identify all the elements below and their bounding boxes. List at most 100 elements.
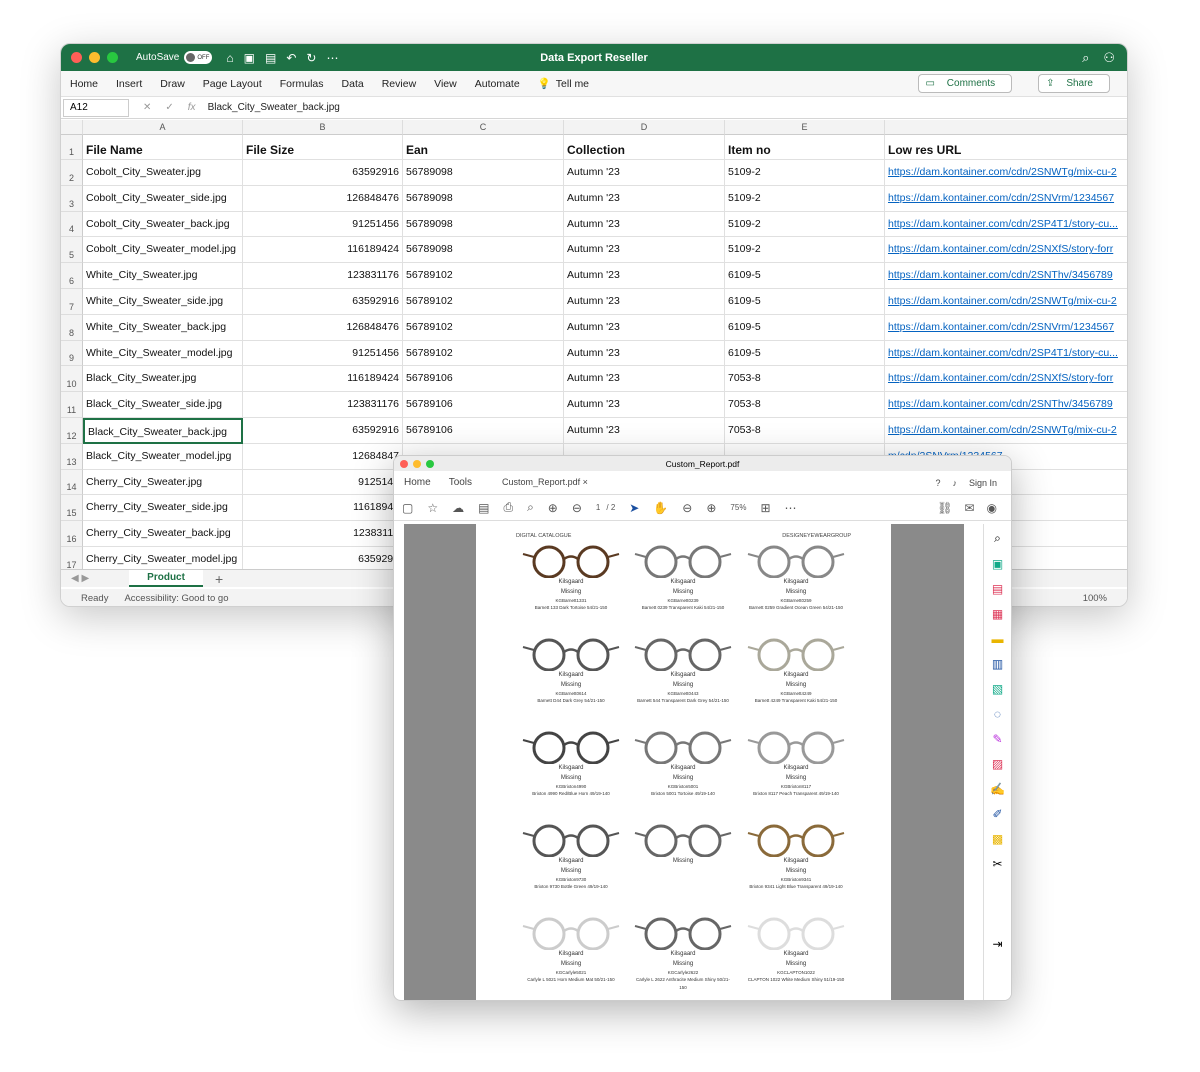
table-cell[interactable]: Autumn '23 xyxy=(564,237,725,264)
table-cell[interactable]: Autumn '23 xyxy=(564,185,725,212)
table-cell[interactable]: 56789098 xyxy=(403,160,564,186)
column-title[interactable]: File Size xyxy=(243,135,403,160)
table-cell[interactable]: White_City_Sweater_back.jpg xyxy=(83,314,243,341)
hand-tool-icon[interactable]: ✋ xyxy=(653,501,668,515)
save-as-icon[interactable]: ▤ xyxy=(265,51,276,65)
upload-icon[interactable]: ☁ xyxy=(452,501,464,515)
table-cell[interactable]: 7053-8 xyxy=(725,418,885,444)
minimize-button[interactable] xyxy=(89,52,100,63)
table-cell[interactable]: 12684847 xyxy=(243,443,403,470)
table-cell[interactable]: Black_City_Sweater_back.jpg xyxy=(83,418,243,444)
tab-review[interactable]: Review xyxy=(382,78,416,90)
table-cell[interactable]: Cherry_City_Sweater_side.jpg xyxy=(83,495,243,522)
column-title[interactable]: Item no xyxy=(725,135,885,160)
zoom-in-icon[interactable]: ⊕ xyxy=(706,501,716,515)
table-cell[interactable]: 116189424 xyxy=(243,237,403,264)
pdf-tab-tools[interactable]: Tools xyxy=(449,477,472,488)
accessibility-status[interactable]: Accessibility: Good to go xyxy=(124,593,228,604)
help-icon[interactable]: ? xyxy=(935,478,940,488)
page-down-icon[interactable]: ⊖ xyxy=(572,501,582,515)
zoom-level[interactable]: 100% xyxy=(1083,593,1107,604)
pdf-tab-document[interactable]: Custom_Report.pdf × xyxy=(490,472,600,493)
protect-icon[interactable]: ◉ xyxy=(987,501,997,515)
table-cell[interactable]: 56789102 xyxy=(403,340,564,367)
row-header[interactable]: 15 xyxy=(61,495,83,522)
table-cell[interactable]: https://dam.kontainer.com/cdn/2SP4T1/sto… xyxy=(885,212,1127,238)
select-tool-icon[interactable]: ➤ xyxy=(629,501,639,515)
tab-formulas[interactable]: Formulas xyxy=(280,78,324,90)
tab-home[interactable]: Home xyxy=(70,78,98,90)
table-cell[interactable]: Black_City_Sweater_side.jpg xyxy=(83,392,243,418)
column-title[interactable]: Collection xyxy=(564,135,725,160)
column-header[interactable]: C xyxy=(403,120,564,135)
row-header[interactable]: 5 xyxy=(61,237,83,264)
account-icon[interactable]: ⚇ xyxy=(1103,50,1115,66)
table-cell[interactable]: Cobolt_City_Sweater.jpg xyxy=(83,160,243,186)
table-cell[interactable]: 7053-8 xyxy=(725,392,885,418)
tell-me[interactable]: Tell me xyxy=(556,78,589,90)
protect-pdf-icon[interactable]: ▩ xyxy=(992,832,1003,846)
file-icon[interactable]: ▤ xyxy=(478,501,489,515)
name-box[interactable]: A12 xyxy=(63,98,129,117)
table-cell[interactable]: 116189424 xyxy=(243,366,403,393)
table-cell[interactable]: 6109-5 xyxy=(725,314,885,341)
more-icon[interactable]: ⋯ xyxy=(326,51,338,65)
table-cell[interactable]: 123831176 xyxy=(243,392,403,418)
table-cell[interactable]: 56789106 xyxy=(403,418,564,444)
save-icon[interactable]: ▣ xyxy=(244,51,255,65)
page-number-input[interactable]: 1 xyxy=(596,503,600,512)
table-cell[interactable]: 91251456 xyxy=(243,211,403,238)
undo-icon[interactable]: ↶ xyxy=(286,51,296,65)
home-icon[interactable]: ⌂ xyxy=(226,51,233,65)
table-cell[interactable]: https://dam.kontainer.com/cdn/2SNXfS/sto… xyxy=(885,366,1127,393)
row-header[interactable]: 7 xyxy=(61,289,83,315)
table-cell[interactable]: 5109-2 xyxy=(725,211,885,238)
table-cell[interactable]: https://dam.kontainer.com/cdn/2SNThv/345… xyxy=(885,263,1127,289)
search-icon[interactable]: ⌕ xyxy=(994,531,1001,546)
row-header[interactable]: 8 xyxy=(61,314,83,341)
table-cell[interactable]: 5109-2 xyxy=(725,237,885,264)
close-button[interactable] xyxy=(71,52,82,63)
table-cell[interactable]: Cobolt_City_Sweater_back.jpg xyxy=(83,211,243,238)
zoom-button[interactable] xyxy=(107,52,118,63)
request-signature-icon[interactable]: ✍ xyxy=(990,782,1005,796)
sheet-tab-product[interactable]: Product xyxy=(129,570,203,587)
autosave[interactable]: AutoSave OFF xyxy=(136,51,213,64)
zoom-search-icon[interactable]: ⌕ xyxy=(527,500,534,515)
more-tools-icon[interactable]: ✂ xyxy=(992,857,1002,871)
table-cell[interactable]: https://dam.kontainer.com/cdn/2SNWTg/mix… xyxy=(885,160,1127,186)
table-cell[interactable]: Cobolt_City_Sweater_model.jpg xyxy=(83,237,243,264)
print-icon[interactable]: ⎙ xyxy=(503,500,513,515)
table-cell[interactable]: 56789102 xyxy=(403,289,564,315)
tab-draw[interactable]: Draw xyxy=(160,78,185,90)
fit-page-icon[interactable]: ⊞ xyxy=(760,501,770,515)
add-sheet-icon[interactable]: + xyxy=(215,571,223,587)
table-cell[interactable]: https://dam.kontainer.com/cdn/2SNVrm/123… xyxy=(885,186,1127,212)
autosave-toggle[interactable]: OFF xyxy=(184,51,213,64)
table-cell[interactable]: 56789098 xyxy=(403,185,564,212)
column-header[interactable]: D xyxy=(564,120,725,135)
table-cell[interactable]: 126848476 xyxy=(243,185,403,212)
table-cell[interactable]: 11618942 xyxy=(243,495,403,522)
table-cell[interactable]: 5109-2 xyxy=(725,185,885,212)
row-header[interactable]: 9 xyxy=(61,340,83,367)
sign-in-button[interactable]: Sign In xyxy=(969,478,997,488)
zoom-out-icon[interactable]: ⊖ xyxy=(682,501,692,515)
table-cell[interactable]: White_City_Sweater_side.jpg xyxy=(83,289,243,315)
table-cell[interactable]: 63592916 xyxy=(243,160,403,186)
table-cell[interactable]: https://dam.kontainer.com/cdn/2SNThv/345… xyxy=(885,392,1127,418)
pdf-viewport[interactable]: DIGITAL CATALOGUE DESIGNEYEWEARGROUP Kil… xyxy=(404,524,964,1000)
table-cell[interactable]: https://dam.kontainer.com/cdn/2SNWTg/mix… xyxy=(885,418,1127,444)
table-cell[interactable]: Autumn '23 xyxy=(564,392,725,418)
table-cell[interactable]: 12383117 xyxy=(243,521,403,547)
table-cell[interactable]: 56789106 xyxy=(403,366,564,393)
mail-icon[interactable]: ✉ xyxy=(964,501,974,515)
table-cell[interactable]: Cherry_City_Sweater_back.jpg xyxy=(83,521,243,547)
table-cell[interactable]: 9125145 xyxy=(243,469,403,496)
save-icon[interactable]: ▢ xyxy=(402,501,413,515)
star-icon[interactable]: ☆ xyxy=(427,501,438,515)
collapse-panel-icon[interactable]: ⇥ xyxy=(992,937,1002,951)
table-cell[interactable]: 6109-5 xyxy=(725,289,885,315)
table-cell[interactable]: Autumn '23 xyxy=(564,418,725,444)
table-cell[interactable]: https://dam.kontainer.com/cdn/2SNWTg/mix… xyxy=(885,289,1127,315)
